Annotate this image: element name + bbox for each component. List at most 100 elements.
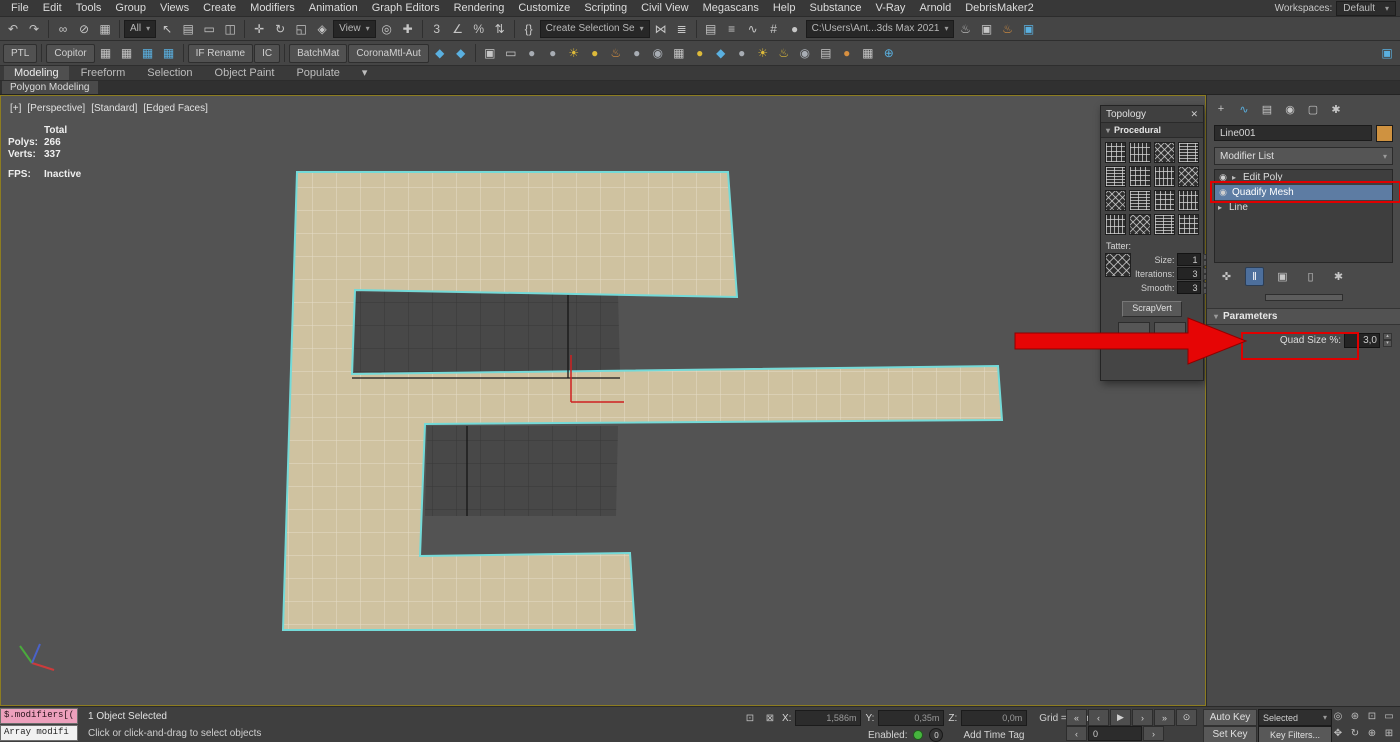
docs-tool-icon[interactable]: ▣ (1377, 43, 1397, 63)
menu-modifiers[interactable]: Modifiers (243, 0, 302, 16)
copitor-button[interactable]: Copitor (46, 44, 94, 63)
viewport[interactable]: [+] [Perspective] [Standard] [Edged Face… (0, 95, 1206, 706)
x-coordinate-field[interactable]: 1,586m (795, 710, 861, 726)
maximize-viewport-icon[interactable]: ⊞ (1381, 726, 1397, 741)
topology-pattern-thumb[interactable] (1154, 190, 1175, 211)
ribbon-minimize-icon[interactable]: ▾ (352, 66, 378, 80)
bind-to-space-warp-icon[interactable]: ▦ (95, 19, 115, 39)
angle-snap-icon[interactable]: ∠ (448, 19, 468, 39)
topology-pattern-thumb[interactable] (1105, 142, 1126, 163)
tab-object-paint[interactable]: Object Paint (205, 66, 285, 80)
select-by-name-icon[interactable]: ▤ (178, 19, 198, 39)
menu-arnold[interactable]: Arnold (912, 0, 958, 16)
utilities-tab-icon[interactable]: ✱ (1328, 101, 1344, 117)
select-object-icon[interactable]: ↖ (157, 19, 177, 39)
tab-modeling[interactable]: Modeling (4, 66, 69, 80)
schematic-view-icon[interactable]: # (764, 19, 784, 39)
menu-tools[interactable]: Tools (69, 0, 109, 16)
quad-size-field[interactable]: 3,0 (1344, 333, 1380, 348)
tatter-pattern-thumb[interactable] (1105, 253, 1131, 277)
list-tool-icon[interactable]: ▤ (816, 43, 836, 63)
set-key-button[interactable]: Set Key (1203, 726, 1257, 742)
rename-tool-button[interactable]: IF Rename (188, 44, 253, 63)
render-production-icon[interactable]: ♨ (997, 19, 1017, 39)
sphere-tool-icon[interactable]: ● (627, 43, 647, 63)
curve-editor-icon[interactable]: ∿ (743, 19, 763, 39)
topology-pattern-thumb[interactable] (1154, 214, 1175, 235)
sphere-tool-icon[interactable]: ● (732, 43, 752, 63)
topology-pattern-thumb[interactable] (1129, 190, 1150, 211)
viewport-menu-shading[interactable]: [Edged Faces] (143, 103, 207, 114)
viewport-menu-renderer[interactable]: [Standard] (91, 103, 137, 114)
size-spinner[interactable]: ▴▾ (1203, 254, 1206, 266)
teapot-tool-icon[interactable]: ♨ (774, 43, 794, 63)
zoom-icon[interactable]: ◎ (1330, 709, 1346, 724)
make-unique-icon[interactable]: ▣ (1273, 267, 1292, 286)
grid-tool-icon[interactable]: ▦ (858, 43, 878, 63)
tab-populate[interactable]: Populate (286, 66, 349, 80)
parameters-rollout-header[interactable]: ▾ Parameters (1207, 308, 1400, 325)
snaps-toggle-icon[interactable]: 3 (427, 19, 447, 39)
target-tool-icon[interactable]: ◉ (648, 43, 668, 63)
sphere-tool-icon[interactable]: ● (522, 43, 542, 63)
menu-substance[interactable]: Substance (802, 0, 868, 16)
quad-size-spinner[interactable]: ▴▾ (1383, 333, 1392, 347)
remove-modifier-icon[interactable]: ▯ (1301, 267, 1320, 286)
frame-back-icon[interactable]: ‹ (1066, 726, 1087, 741)
modify-tab-icon[interactable]: ∿ (1236, 101, 1252, 117)
stack-row-quadify-mesh[interactable]: ◉ Quadify Mesh (1215, 185, 1392, 200)
select-and-manipulate-icon[interactable]: ✚ (398, 19, 418, 39)
topology-pattern-thumb[interactable] (1178, 190, 1199, 211)
named-selection-sets-dropdown[interactable]: Create Selection Se▾ (540, 20, 650, 38)
menu-debrismaker[interactable]: DebrisMaker2 (958, 0, 1040, 16)
orbit-icon[interactable]: ↻ (1347, 726, 1363, 741)
topology-pattern-thumb[interactable] (1105, 214, 1126, 235)
gem-tool-icon[interactable]: ◆ (711, 43, 731, 63)
viewport-menu-pov[interactable]: [Perspective] (27, 103, 85, 114)
previous-frame-icon[interactable]: ‹ (1088, 709, 1109, 726)
corona-icon[interactable]: ◆ (451, 43, 471, 63)
sphere-tool-icon[interactable]: ● (543, 43, 563, 63)
topology-pattern-thumb[interactable] (1129, 166, 1150, 187)
select-and-rotate-icon[interactable]: ↻ (270, 19, 290, 39)
add-time-tag[interactable]: Add Time Tag (963, 730, 1024, 741)
tab-polygon-modeling[interactable]: Polygon Modeling (2, 81, 98, 94)
size-field[interactable]: 1 (1177, 253, 1201, 266)
fov-icon[interactable]: ⊕ (1364, 726, 1380, 741)
menu-group[interactable]: Group (108, 0, 153, 16)
select-and-place-icon[interactable]: ◈ (312, 19, 332, 39)
film-tool-icon[interactable]: ▭ (501, 43, 521, 63)
plugin-icon[interactable]: ▦ (138, 43, 158, 63)
hierarchy-tab-icon[interactable]: ▤ (1259, 101, 1275, 117)
menu-megascans[interactable]: Megascans (696, 0, 766, 16)
key-filters-button[interactable]: Key Filters... (1258, 726, 1332, 742)
configure-modifier-sets-icon[interactable]: ✱ (1329, 267, 1348, 286)
teapot-tool-icon[interactable]: ♨ (606, 43, 626, 63)
select-and-scale-icon[interactable]: ◱ (291, 19, 311, 39)
object-color-swatch[interactable] (1376, 125, 1393, 142)
rendered-frame-window-icon[interactable]: ▣ (976, 19, 996, 39)
topology-pattern-thumb[interactable] (1105, 190, 1126, 211)
rectangular-selection-region-icon[interactable]: ▭ (199, 19, 219, 39)
sun-tool-icon[interactable]: ☀ (753, 43, 773, 63)
go-to-start-icon[interactable]: « (1066, 709, 1087, 726)
menu-rendering[interactable]: Rendering (447, 0, 512, 16)
tab-selection[interactable]: Selection (137, 66, 202, 80)
light-tool-icon[interactable]: ☀ (564, 43, 584, 63)
menu-graph-editors[interactable]: Graph Editors (365, 0, 447, 16)
topology-titlebar[interactable]: Topology ✕ (1101, 106, 1203, 123)
play-icon[interactable]: ▶ (1110, 709, 1131, 726)
topology-pattern-thumb[interactable] (1154, 142, 1175, 163)
sphere-tool-icon[interactable]: ● (837, 43, 857, 63)
display-tab-icon[interactable]: ▢ (1305, 101, 1321, 117)
material-editor-icon[interactable]: ● (785, 19, 805, 39)
scrapvert-button[interactable]: ScrapVert (1122, 301, 1182, 317)
scene-explorer-icon[interactable]: ▤ (701, 19, 721, 39)
frame-forward-icon[interactable]: › (1143, 726, 1164, 741)
smooth-field[interactable]: 3 (1177, 281, 1201, 294)
ptl-button[interactable]: PTL (3, 44, 37, 63)
stack-row-edit-poly[interactable]: ◉ ▸ Edit Poly (1215, 170, 1392, 185)
spinner-snap-icon[interactable]: ⇅ (490, 19, 510, 39)
menu-views[interactable]: Views (153, 0, 196, 16)
key-mode-icon[interactable]: ⊙ (1176, 709, 1197, 726)
